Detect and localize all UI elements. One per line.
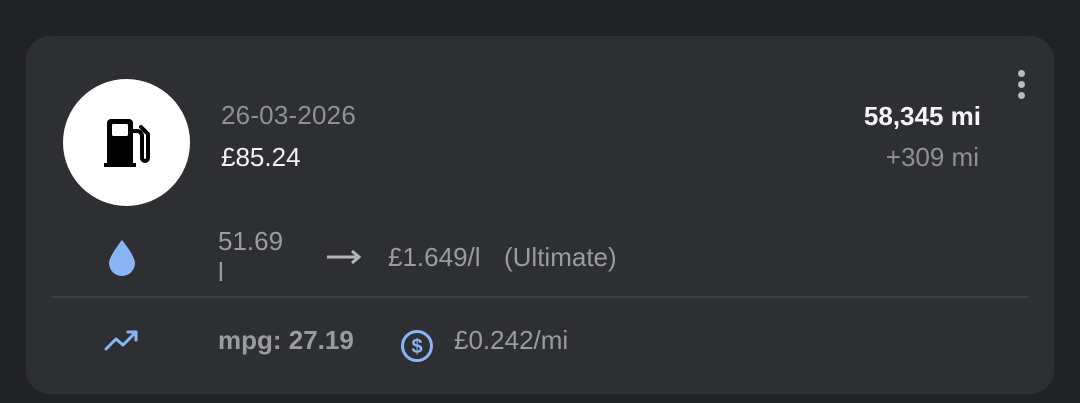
dollar-circle-icon: $ bbox=[400, 329, 434, 370]
price-per-litre: £1.649/l bbox=[388, 241, 481, 272]
fuel-entry-card[interactable]: 26-03-2026 £85.24 58,345 mi +309 mi 51.6… bbox=[26, 36, 1054, 394]
more-vertical-icon bbox=[1017, 69, 1025, 77]
cost-per-mile: £0.242/mi bbox=[454, 324, 569, 355]
fuel-pump-avatar bbox=[63, 79, 190, 206]
odometer-reading: 58,345 mi bbox=[863, 101, 981, 131]
fuel-volume: 51.69 l bbox=[218, 226, 284, 287]
fuel-grade: (Ultimate) bbox=[504, 241, 617, 272]
fuel-pump-icon bbox=[103, 118, 150, 167]
more-options-button[interactable] bbox=[1009, 66, 1033, 102]
water-drop-icon bbox=[104, 236, 140, 278]
entry-date: 26-03-2026 bbox=[221, 100, 356, 130]
fuel-economy: mpg: 27.19 bbox=[218, 324, 354, 355]
distance-since-last: +309 mi bbox=[885, 142, 979, 172]
trending-up-icon bbox=[104, 319, 140, 361]
svg-text:$: $ bbox=[411, 336, 422, 358]
arrow-right-icon bbox=[326, 244, 362, 275]
divider bbox=[52, 296, 1028, 298]
entry-total-cost: £85.24 bbox=[221, 142, 301, 172]
